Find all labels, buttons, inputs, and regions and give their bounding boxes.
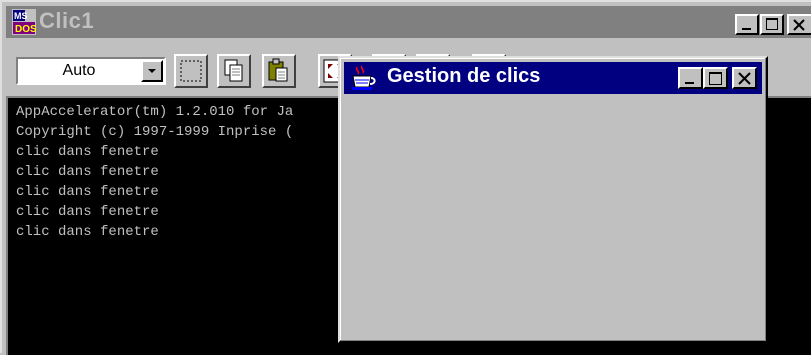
svg-text:DOS: DOS	[15, 24, 36, 35]
console-minimize-button[interactable]	[735, 14, 759, 35]
console-line: clic dans fenetre	[16, 224, 159, 240]
copy-button[interactable]	[217, 54, 251, 88]
dialog-maximize-button[interactable]	[703, 67, 728, 89]
console-line: clic dans fenetre	[16, 164, 159, 180]
console-line: clic dans fenetre	[16, 184, 159, 200]
close-icon	[793, 19, 805, 31]
dialog-close-button[interactable]	[732, 67, 757, 89]
font-size-select[interactable]: Auto	[16, 57, 166, 85]
dialog-titlebar[interactable]: Gestion de clics	[344, 62, 762, 94]
dialog-client-area[interactable]	[344, 98, 762, 337]
minimize-icon	[685, 82, 694, 84]
font-size-value: Auto	[62, 62, 96, 79]
mark-icon	[180, 60, 202, 82]
console-title: Clic1	[39, 8, 95, 33]
dialog-title: Gestion de clics	[387, 65, 541, 87]
gestion-de-clics-window[interactable]: Gestion de clics	[338, 56, 768, 343]
paste-button[interactable]	[262, 54, 296, 88]
maximize-icon	[766, 18, 778, 30]
mark-button[interactable]	[174, 54, 208, 88]
dialog-minimize-button[interactable]	[678, 67, 703, 89]
chevron-down-icon	[148, 69, 156, 73]
console-close-button[interactable]	[787, 14, 811, 35]
maximize-icon	[709, 72, 722, 85]
console-line: AppAccelerator(tm) 1.2.010 for Ja	[16, 104, 294, 120]
java-cup-icon[interactable]	[348, 64, 378, 92]
font-size-dropdown-button[interactable]	[141, 60, 163, 82]
console-line: Copyright (c) 1997-1999 Inprise (	[16, 124, 294, 140]
svg-text:MS: MS	[14, 11, 28, 21]
console-titlebar[interactable]: MS DOS Clic1	[6, 6, 811, 38]
console-line: clic dans fenetre	[16, 204, 159, 220]
close-icon	[738, 72, 751, 85]
console-maximize-button[interactable]	[760, 14, 784, 35]
console-line: clic dans fenetre	[16, 144, 159, 160]
minimize-icon	[742, 28, 751, 30]
paste-icon	[268, 58, 288, 82]
ms-dos-icon[interactable]: MS DOS	[12, 9, 36, 35]
copy-icon	[224, 59, 243, 82]
